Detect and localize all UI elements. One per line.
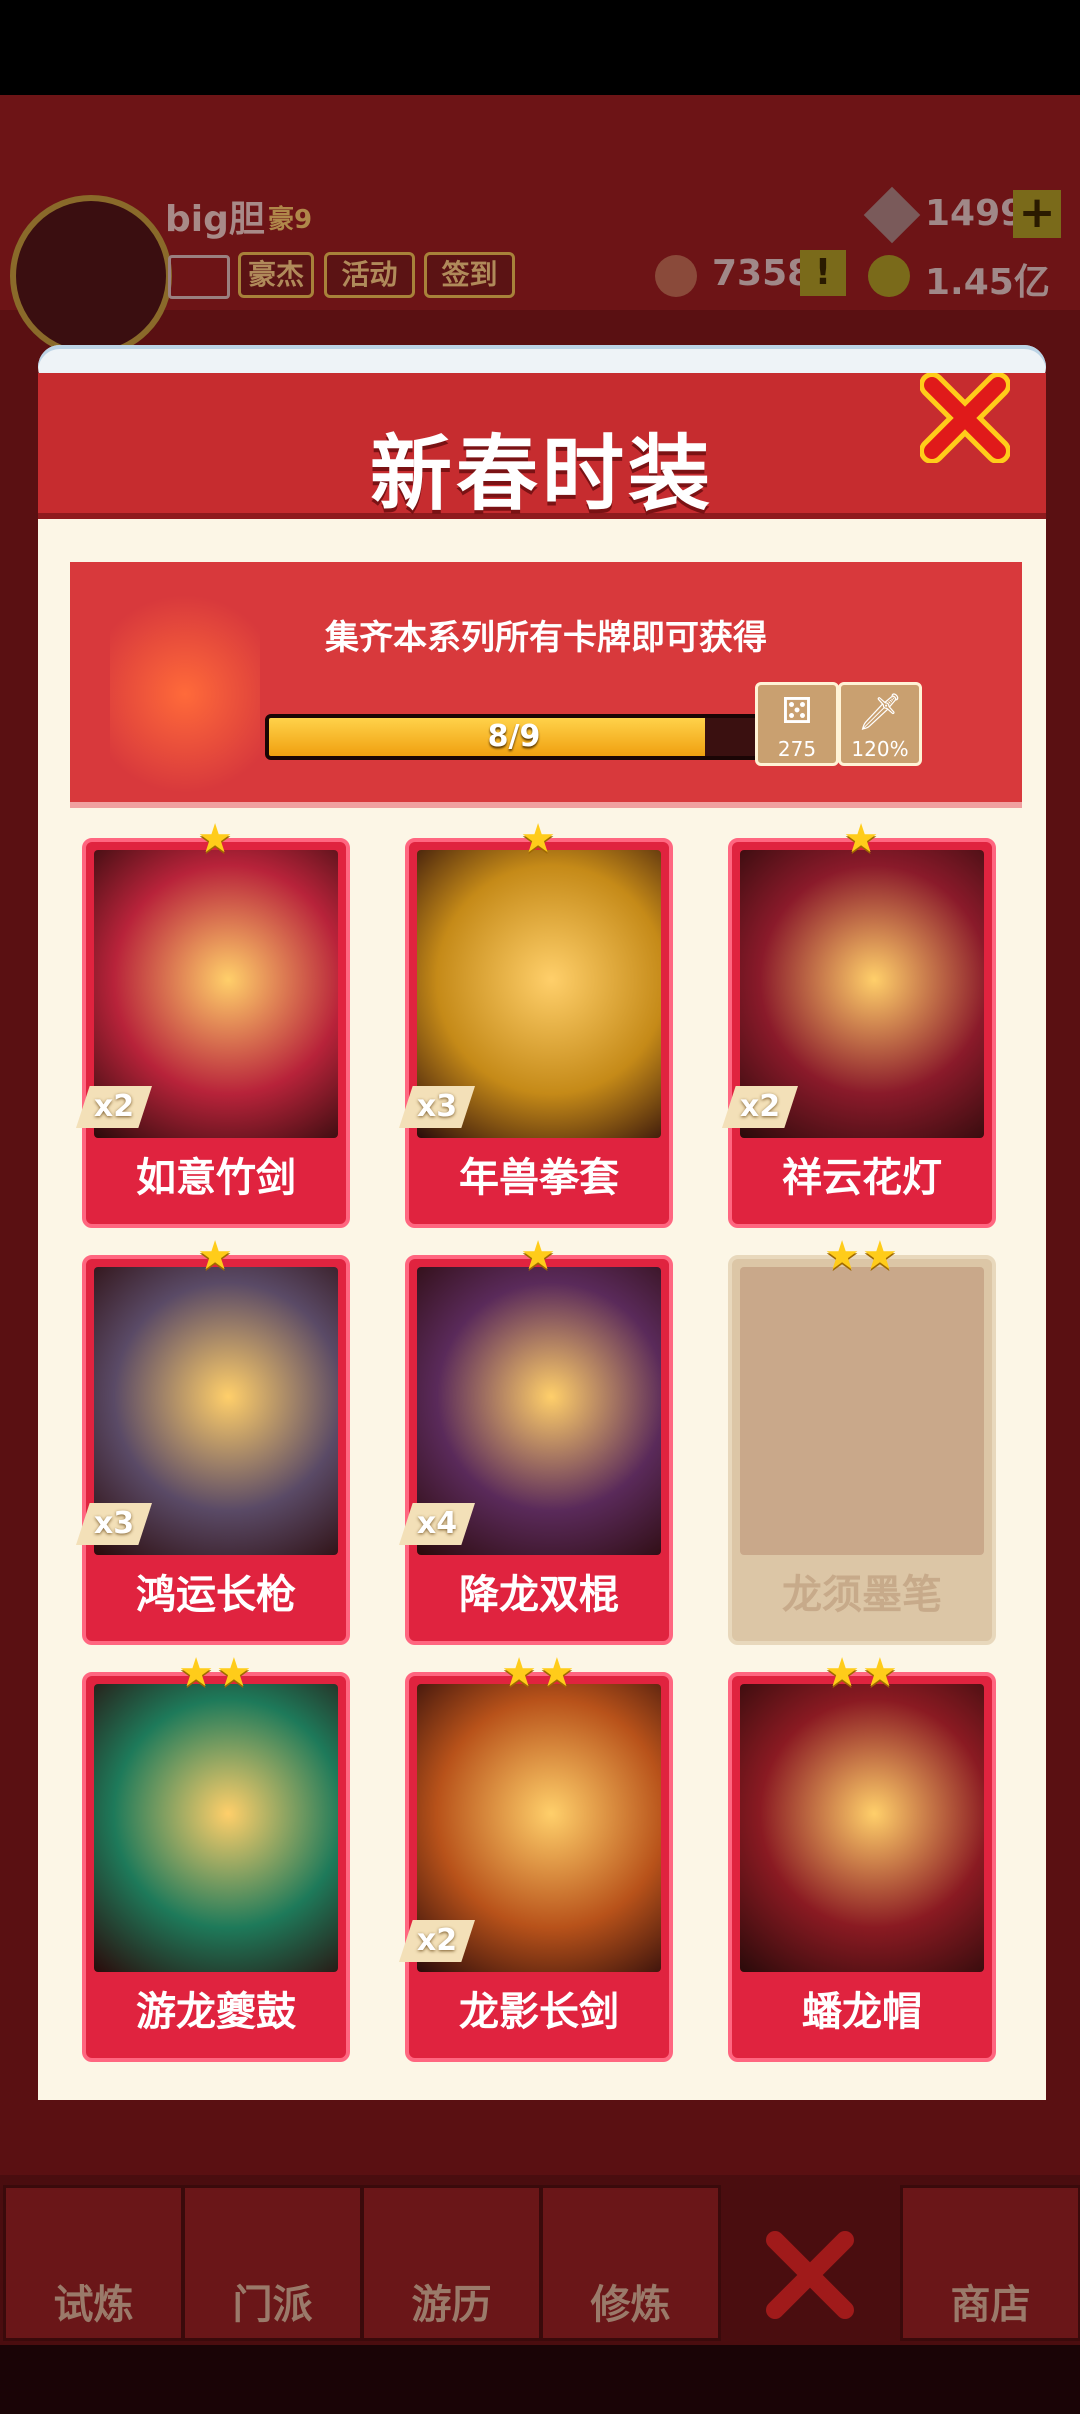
star-icon: ★★ xyxy=(824,1233,900,1279)
token-count: 7358 xyxy=(712,253,813,294)
star-icon: ★★ xyxy=(178,1650,254,1696)
card-name: 游龙夔鼓 xyxy=(136,1989,296,2035)
reward-sword[interactable]: 🗡 120% xyxy=(838,682,922,766)
sword-icon: 🗡 xyxy=(857,692,903,733)
card-name: 年兽拳套 xyxy=(459,1155,619,1201)
card-name: 祥云花灯 xyxy=(782,1155,942,1201)
card-name: 龙影长剑 xyxy=(459,1989,619,2035)
card-name: 如意竹剑 xyxy=(136,1155,296,1201)
system-nav-bar xyxy=(0,2345,1080,2414)
add-gem-button[interactable]: + xyxy=(1013,190,1061,238)
gem-count: 1499 xyxy=(925,193,1026,234)
star-icon: ★ xyxy=(197,816,235,862)
card-5[interactable]: ★★ 龙须墨笔 xyxy=(728,1233,996,1645)
nav-trial[interactable]: 试炼 xyxy=(3,2185,184,2341)
card-name: 鸿运长枪 xyxy=(136,1572,296,1618)
star-icon: ★ xyxy=(197,1233,235,1279)
card-1[interactable]: ★ x3 年兽拳套 xyxy=(399,816,673,1228)
reward-value: 275 xyxy=(777,737,817,761)
dialog-title: 新春时装 xyxy=(369,427,714,522)
reward-dice[interactable]: ⚄ 275 xyxy=(755,682,839,766)
nav-travel[interactable]: 游历 xyxy=(361,2185,542,2341)
card-0[interactable]: ★ x2 如意竹剑 xyxy=(76,816,350,1228)
card-6[interactable]: ★★ 游龙夔鼓 xyxy=(82,1650,350,2062)
card-8[interactable]: ★★ 蟠龙帽 xyxy=(728,1650,996,2062)
card-name: 降龙双棍 xyxy=(459,1572,619,1618)
card-name: 蟠龙帽 xyxy=(802,1989,922,2035)
progress-text: 8/9 xyxy=(487,719,541,754)
bottom-nav: 试炼 门派 游历 修炼 商店 xyxy=(0,2175,1080,2345)
alert-button[interactable]: ! xyxy=(800,250,846,296)
card-3[interactable]: ★ x3 鸿运长枪 xyxy=(76,1233,350,1645)
nav-close-icon[interactable] xyxy=(765,2230,855,2320)
collection-progress-bar: 8/9 xyxy=(265,714,763,760)
dialog-header: 新春时装 xyxy=(38,372,1046,522)
nav-sect[interactable]: 门派 xyxy=(182,2185,363,2341)
mail-icon[interactable] xyxy=(168,255,230,299)
sword-emblem xyxy=(110,562,260,802)
gold-icon xyxy=(868,255,910,297)
star-icon: ★ xyxy=(520,816,558,862)
card-7[interactable]: ★★ x2 龙影长剑 xyxy=(399,1650,673,2062)
avatar[interactable] xyxy=(10,195,172,357)
close-icon xyxy=(919,372,1011,464)
player-name: big胆 xyxy=(165,199,265,240)
card-4[interactable]: ★ x4 降龙双棍 xyxy=(399,1233,673,1645)
card-art xyxy=(740,1684,984,1972)
gold-count: 1.45亿 xyxy=(925,262,1050,303)
dice-icon: ⚄ xyxy=(781,691,813,732)
card-art xyxy=(94,1684,338,1972)
card-art xyxy=(740,1267,984,1555)
top-button-checkin[interactable]: 签到 xyxy=(424,252,515,298)
banner-text: 集齐本系列所有卡牌即可获得 xyxy=(325,618,767,658)
star-icon: ★★ xyxy=(824,1650,900,1696)
nav-shop[interactable]: 商店 xyxy=(900,2185,1080,2341)
reward-value: 120% xyxy=(851,737,909,761)
top-button-heroes[interactable]: 豪杰 xyxy=(238,252,314,298)
token-icon xyxy=(655,255,697,297)
close-button[interactable] xyxy=(919,372,1011,464)
card-name: 龙须墨笔 xyxy=(782,1572,942,1618)
star-icon: ★ xyxy=(520,1233,558,1279)
gem-icon xyxy=(863,186,921,244)
collection-banner: 集齐本系列所有卡牌即可获得 8/9 ⚄ 275 🗡 120% xyxy=(70,562,1022,808)
player-rank: 豪9 xyxy=(268,205,313,235)
star-icon: ★★ xyxy=(501,1650,577,1696)
card-2[interactable]: ★ x2 祥云花灯 xyxy=(722,816,996,1228)
top-bar: big胆 豪9 豪杰 活动 签到 1499 + 7358 ! 1.45亿 xyxy=(0,95,1080,357)
top-button-activity[interactable]: 活动 xyxy=(324,252,415,298)
star-icon: ★ xyxy=(843,816,881,862)
nav-cultivate[interactable]: 修炼 xyxy=(540,2185,721,2341)
